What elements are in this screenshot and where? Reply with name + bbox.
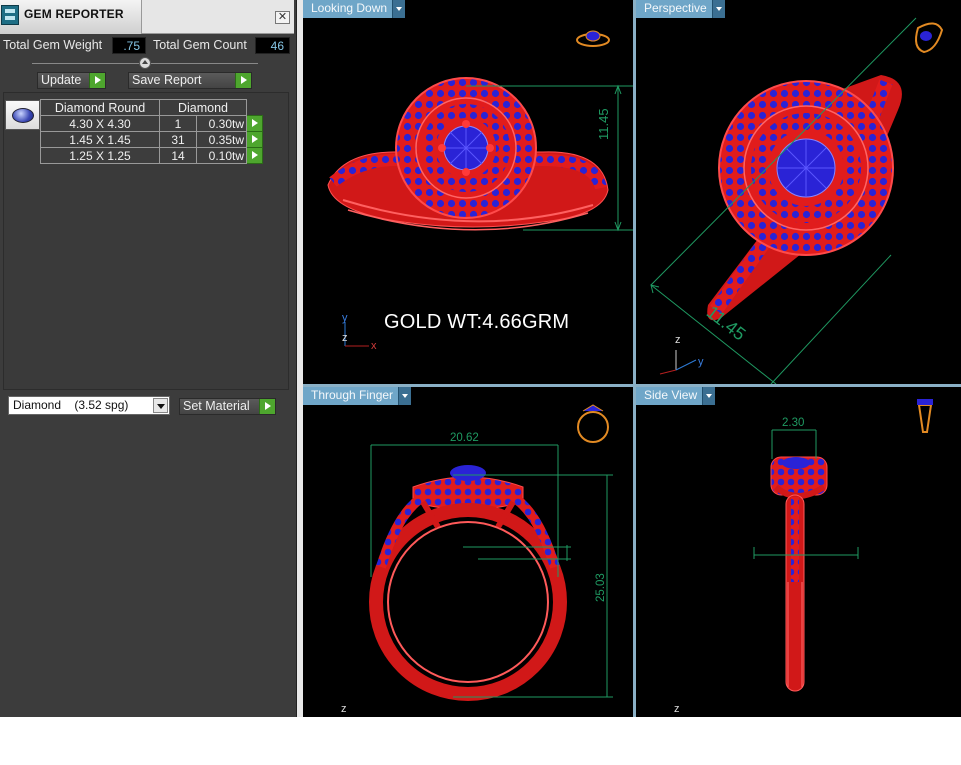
chevron-down-icon	[392, 0, 406, 18]
panel-title: GEM REPORTER	[24, 7, 124, 21]
row-select-arrow-icon[interactable]	[246, 115, 263, 132]
total-gem-weight-label: Total Gem Weight	[3, 38, 103, 52]
header-spacer	[247, 100, 263, 116]
gem-table: Diamond Round Diamond 4.30 X 4.30 1 0.30…	[40, 99, 263, 164]
viewport-label: Through Finger	[311, 388, 394, 402]
viewport-label: Looking Down	[311, 1, 388, 15]
axis-y-label: y	[698, 356, 704, 368]
chevron-down-icon	[702, 387, 716, 405]
material-select-value: Diamond (3.52 spg)	[13, 398, 129, 412]
table-row[interactable]: 1.45 X 1.45 31 0.35tw	[40, 131, 263, 148]
play-arrow-icon	[259, 399, 275, 414]
gem-weight-cell: 0.30tw	[196, 115, 247, 132]
axis-z-label: z	[342, 332, 348, 344]
gem-weight-cell: 0.10tw	[196, 147, 247, 164]
dimension-label: 20.62	[450, 432, 479, 444]
viewport-label: Side View	[644, 388, 698, 402]
row-select-arrow-icon[interactable]	[246, 131, 263, 148]
update-button[interactable]: Update	[37, 72, 106, 89]
axis-z-label: z	[674, 703, 680, 715]
save-report-button-label: Save Report	[132, 73, 202, 87]
set-material-button-label: Set Material	[183, 399, 250, 413]
update-button-label: Update	[41, 73, 82, 87]
material-select[interactable]: Diamond (3.52 spg)	[8, 396, 170, 415]
viewport-divider-horizontal[interactable]	[303, 384, 961, 387]
viewport-menu-perspective[interactable]: Perspective	[636, 0, 725, 18]
ring-side-render	[753, 399, 933, 692]
row-select-arrow-icon[interactable]	[246, 147, 263, 164]
gem-size-cell: 1.45 X 1.45	[40, 131, 160, 148]
gold-weight-annotation: GOLD WT:4.66GRM	[384, 311, 570, 333]
app-window: GEM REPORTER ✕ Total Gem Weight .75 Tota…	[0, 0, 961, 765]
viewport-menu-side-view[interactable]: Side View	[636, 387, 716, 405]
gem-size-cell: 4.30 X 4.30	[40, 115, 160, 132]
chevron-down-icon	[153, 398, 168, 413]
viewport-perspective[interactable]: Perspective 11.45 z y	[636, 0, 961, 384]
table-row[interactable]: 1.25 X 1.25 14 0.10tw	[40, 147, 263, 164]
ring-perspective-render	[650, 17, 944, 384]
gem-reporter-panel: GEM REPORTER ✕ Total Gem Weight .75 Tota…	[0, 0, 297, 717]
set-material-button[interactable]: Set Material	[179, 398, 276, 415]
total-gem-count-label: Total Gem Count	[153, 38, 247, 52]
gem-shape-header: Diamond Round	[40, 99, 160, 116]
gem-count-cell: 14	[159, 147, 197, 164]
viewport-menu-looking-down[interactable]: Looking Down	[303, 0, 406, 18]
chevron-down-icon	[711, 0, 725, 18]
total-gem-count-value: 46	[255, 37, 290, 54]
viewport-side-view[interactable]: Side View 2.30 z	[636, 387, 961, 717]
gem-table-header-row: Diamond Round Diamond	[40, 99, 263, 116]
axis-z-label: z	[675, 334, 681, 346]
title-tab[interactable]: GEM REPORTER	[0, 0, 142, 34]
gem-size-cell: 1.25 X 1.25	[40, 147, 160, 164]
play-arrow-icon	[89, 73, 105, 88]
round-diamond-icon	[12, 108, 34, 123]
gem-weight-cell: 0.35tw	[196, 131, 247, 148]
viewport-label: Perspective	[644, 1, 707, 15]
play-arrow-icon	[235, 73, 251, 88]
save-report-button[interactable]: Save Report	[128, 72, 252, 89]
close-button[interactable]: ✕	[275, 11, 290, 24]
gem-thumbnail[interactable]	[5, 100, 40, 130]
gem-type-header: Diamond	[159, 99, 247, 116]
axis-y-label: y	[342, 312, 348, 324]
title-bar: GEM REPORTER ✕	[0, 0, 294, 34]
dimension-label: 2.30	[782, 417, 805, 429]
dimension-label: 25.03	[595, 573, 607, 602]
gem-count-cell: 1	[159, 115, 197, 132]
axis-x-label: x	[371, 340, 377, 352]
viewport-through-finger[interactable]: Through Finger 20.62 25.03 z	[303, 387, 633, 717]
total-gem-weight-value: .75	[112, 37, 146, 54]
panel-collapse-knob[interactable]	[139, 57, 151, 69]
viewport-looking-down[interactable]: Looking Down 11.45 GOLD WT:4.66GRM y z x	[303, 0, 633, 384]
dimension-label: 11.45	[596, 108, 611, 140]
gem-count-cell: 31	[159, 131, 197, 148]
table-row[interactable]: 4.30 X 4.30 1 0.30tw	[40, 115, 263, 132]
axis-z-label: z	[341, 703, 347, 715]
chevron-down-icon	[398, 387, 412, 405]
viewport-divider-vertical[interactable]	[633, 0, 636, 717]
viewport-menu-through-finger[interactable]: Through Finger	[303, 387, 412, 405]
gem-reporter-logo-icon	[1, 5, 19, 25]
